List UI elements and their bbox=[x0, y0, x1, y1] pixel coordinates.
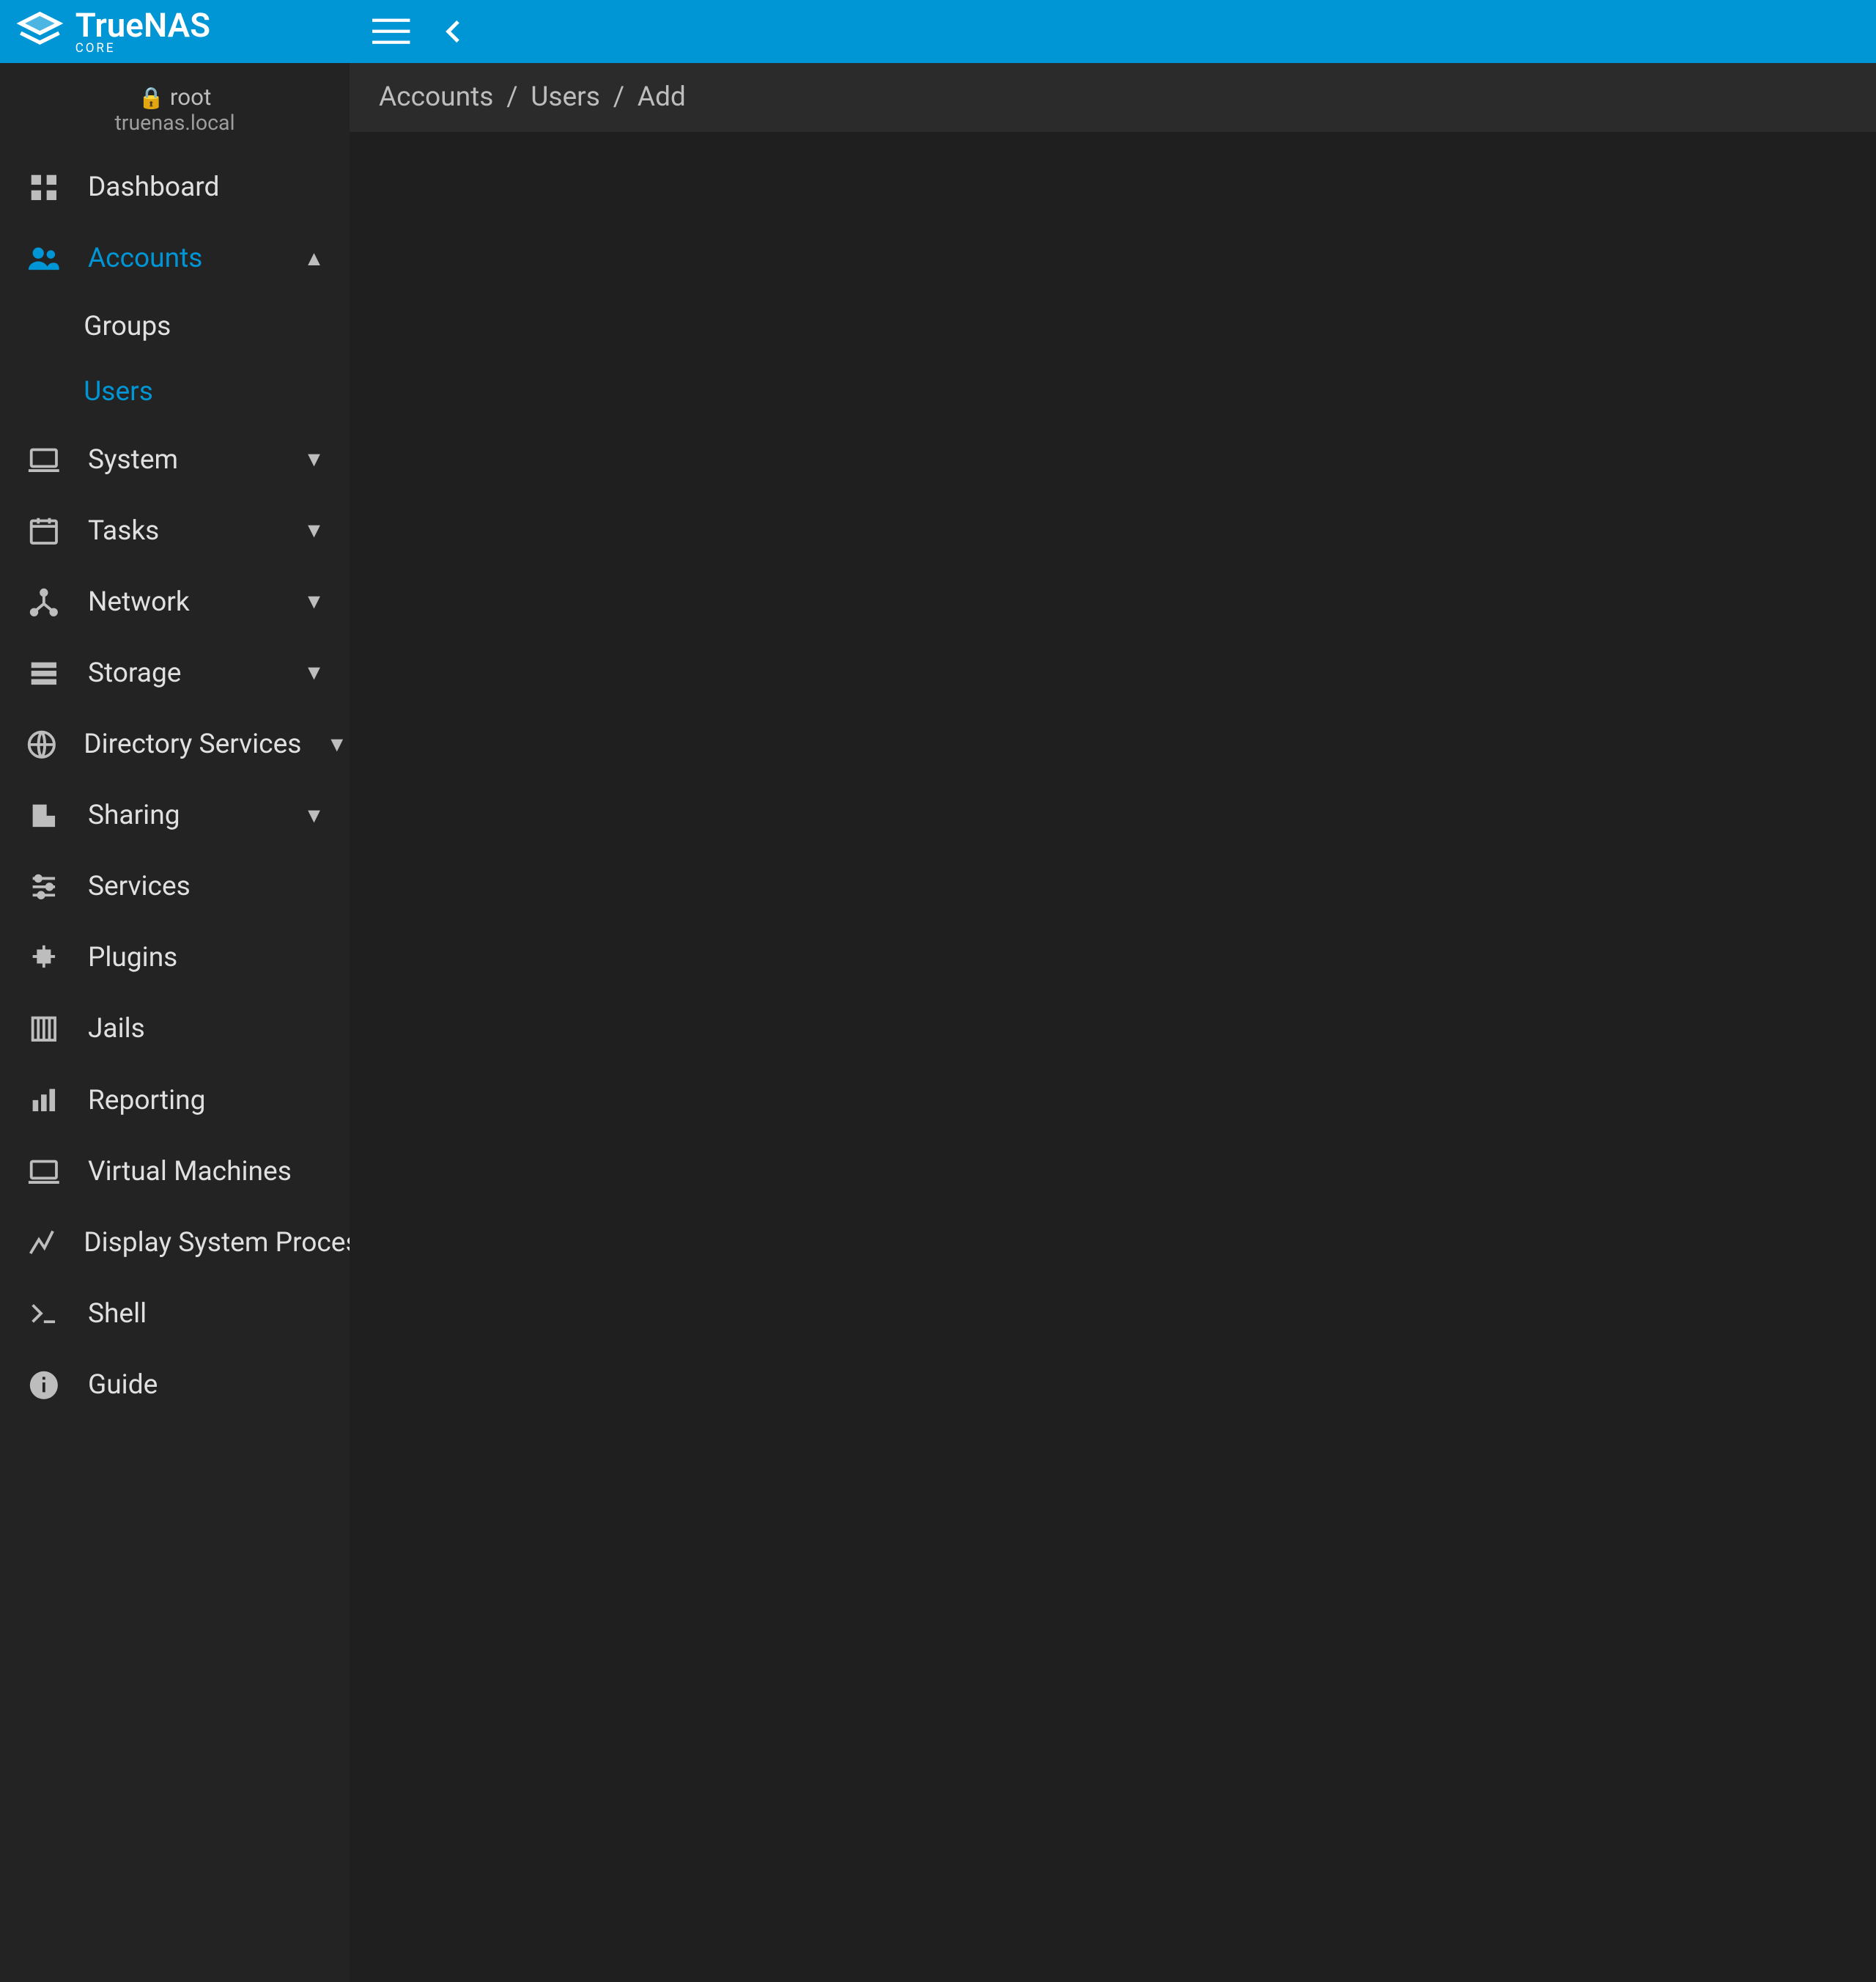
nav-processes[interactable]: Display System Processes bbox=[0, 1207, 350, 1278]
nav-label: Plugins bbox=[88, 942, 177, 973]
nav-directory-services[interactable]: Directory Services ▼ bbox=[0, 709, 350, 780]
nav-label: Directory Services bbox=[84, 729, 301, 760]
laptop-icon bbox=[25, 443, 62, 476]
nav-label: Shell bbox=[88, 1298, 147, 1330]
nav-label: Guide bbox=[88, 1369, 158, 1401]
nav-label: Storage bbox=[88, 657, 182, 689]
nav-groups[interactable]: Groups bbox=[0, 294, 350, 359]
nav-users[interactable]: Users bbox=[0, 359, 350, 424]
nav-sharing[interactable]: Sharing ▼ bbox=[0, 780, 350, 851]
nav-tasks[interactable]: Tasks ▼ bbox=[0, 496, 350, 567]
sliders-icon bbox=[25, 870, 62, 904]
nav-reporting[interactable]: Reporting bbox=[0, 1064, 350, 1135]
globe-icon bbox=[25, 728, 59, 762]
chevron-down-icon: ▼ bbox=[303, 660, 324, 685]
accounts-icon bbox=[25, 242, 62, 276]
calendar-icon bbox=[25, 514, 62, 548]
nav-network[interactable]: Network ▼ bbox=[0, 567, 350, 638]
nav-label: System bbox=[88, 444, 178, 476]
breadcrumb-item[interactable]: Accounts bbox=[379, 81, 493, 113]
back-chevron-icon[interactable] bbox=[440, 17, 469, 46]
nav-vms[interactable]: Virtual Machines bbox=[0, 1136, 350, 1207]
hamburger-icon[interactable] bbox=[372, 12, 410, 50]
brand-name: TrueNAS bbox=[75, 7, 210, 45]
jail-icon bbox=[25, 1012, 62, 1046]
process-icon bbox=[25, 1226, 59, 1259]
system-host: truenas.local bbox=[0, 111, 350, 135]
nav-label: Tasks bbox=[88, 515, 159, 547]
laptop-icon bbox=[25, 1154, 62, 1188]
brand-logo: TrueNAS CORE bbox=[17, 7, 335, 56]
nav-system[interactable]: System ▼ bbox=[0, 424, 350, 496]
chart-icon bbox=[25, 1083, 62, 1117]
nav-label: Virtual Machines bbox=[88, 1156, 292, 1187]
breadcrumb: Accounts / Users / Add bbox=[350, 63, 1876, 132]
info-icon bbox=[25, 1368, 62, 1402]
chevron-down-icon: ▼ bbox=[303, 447, 324, 472]
chevron-down-icon: ▼ bbox=[303, 518, 324, 543]
system-info: 🔒 root truenas.local bbox=[0, 75, 350, 152]
nav-accounts[interactable]: Accounts ▲ bbox=[0, 223, 350, 294]
nav-storage[interactable]: Storage ▼ bbox=[0, 638, 350, 709]
topbar: TrueNAS CORE bbox=[0, 0, 1876, 63]
main-content: Accounts / Users / Add Identification Fu… bbox=[350, 63, 1876, 1982]
nav-label: Dashboard bbox=[88, 172, 219, 203]
nav-services[interactable]: Services bbox=[0, 851, 350, 922]
chevron-down-icon: ▼ bbox=[327, 732, 347, 757]
nav-jails[interactable]: Jails bbox=[0, 993, 350, 1064]
nav-label: Jails bbox=[88, 1013, 145, 1045]
nav-label: Network bbox=[88, 586, 190, 618]
puzzle-icon bbox=[25, 941, 62, 975]
nav-shell[interactable]: Shell bbox=[0, 1278, 350, 1349]
chevron-up-icon: ▲ bbox=[303, 246, 324, 271]
nav-dashboard[interactable]: Dashboard bbox=[0, 152, 350, 223]
truenas-logo-icon bbox=[17, 8, 63, 54]
terminal-icon bbox=[25, 1297, 62, 1330]
lock-icon: 🔒 bbox=[139, 86, 165, 110]
network-icon bbox=[25, 586, 62, 619]
share-icon bbox=[25, 799, 62, 833]
nav-plugins[interactable]: Plugins bbox=[0, 922, 350, 993]
chevron-down-icon: ▼ bbox=[303, 803, 324, 828]
storage-icon bbox=[25, 657, 62, 690]
nav-label: Accounts bbox=[88, 243, 202, 274]
nav-guide[interactable]: Guide bbox=[0, 1349, 350, 1421]
breadcrumb-item: Add bbox=[638, 81, 686, 113]
breadcrumb-item[interactable]: Users bbox=[531, 81, 600, 113]
chevron-down-icon: ▼ bbox=[303, 589, 324, 614]
nav-label: Services bbox=[88, 871, 191, 902]
system-user: root bbox=[170, 84, 211, 111]
nav-label: Sharing bbox=[88, 800, 180, 831]
sidebar: 🔒 root truenas.local Dashboard Accounts … bbox=[0, 63, 350, 1982]
dashboard-icon bbox=[25, 171, 62, 205]
nav-label: Reporting bbox=[88, 1085, 206, 1116]
